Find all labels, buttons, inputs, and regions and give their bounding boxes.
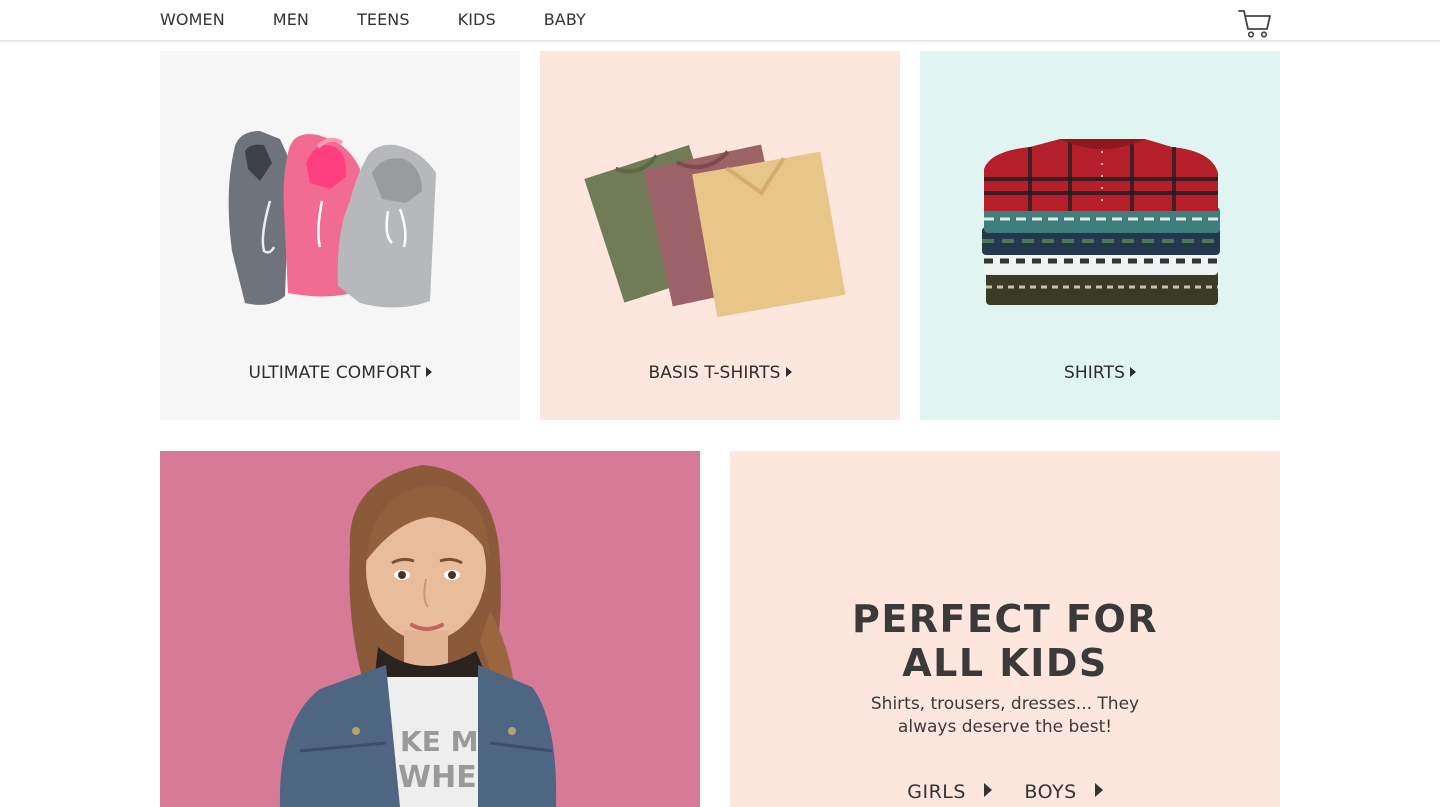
- promo-title-line-1: PERFECT FOR: [851, 597, 1159, 641]
- main-nav: WOMEN MEN TEENS KIDS BABY: [160, 0, 634, 38]
- kids-hero-image: KE ME WHEN: [160, 451, 700, 807]
- category-card-shirts[interactable]: SHIRTS: [920, 51, 1280, 420]
- top-navigation-bar: WOMEN MEN TEENS KIDS BABY: [0, 0, 1440, 41]
- t-shirts-image: [584, 144, 846, 318]
- girl-in-denim-jacket-image: KE ME WHEN: [160, 451, 700, 807]
- category-label[interactable]: SHIRTS: [920, 363, 1280, 383]
- promo-title-line-2: ALL KIDS: [902, 641, 1108, 685]
- boys-link[interactable]: BOYS: [1024, 781, 1103, 803]
- girls-link[interactable]: GIRLS: [907, 781, 992, 803]
- nav-item-kids[interactable]: KIDS: [458, 10, 496, 29]
- category-label[interactable]: ULTIMATE COMFORT: [160, 363, 520, 383]
- girls-link-label: GIRLS: [907, 781, 966, 803]
- promo-title: PERFECT FOR ALL KIDS: [730, 597, 1280, 685]
- category-label-text: ULTIMATE COMFORT: [248, 363, 421, 383]
- category-label[interactable]: BASIS T-SHIRTS: [540, 363, 900, 383]
- triangle-right-icon: [425, 367, 432, 377]
- category-label-text: SHIRTS: [1064, 363, 1125, 383]
- nav-item-men[interactable]: MEN: [273, 10, 309, 29]
- triangle-right-icon: [1129, 367, 1136, 377]
- triangle-right-icon: [1094, 783, 1103, 797]
- promo-text-line-1: Shirts, trousers, dresses... They: [870, 694, 1140, 714]
- boys-link-label: BOYS: [1024, 781, 1077, 803]
- promo-text: Shirts, trousers, dresses... They always…: [855, 693, 1155, 739]
- category-label-text: BASIS T-SHIRTS: [648, 363, 781, 383]
- promo-links: GIRLS BOYS: [730, 781, 1280, 803]
- category-card-ultimate-comfort[interactable]: ULTIMATE COMFORT: [160, 51, 520, 420]
- nav-item-baby[interactable]: BABY: [544, 10, 586, 29]
- promo-text-line-2: always deserve the best!: [897, 717, 1113, 737]
- flannel-shirts-image: [982, 139, 1220, 305]
- nav-item-women[interactable]: WOMEN: [160, 10, 225, 29]
- category-card-basis-t-shirts[interactable]: BASIS T-SHIRTS: [540, 51, 900, 420]
- hoodies-image: [228, 131, 436, 308]
- triangle-right-icon: [983, 783, 992, 797]
- nav-item-teens[interactable]: TEENS: [357, 10, 410, 29]
- shopping-cart-icon[interactable]: [1238, 9, 1272, 39]
- promo-block: PERFECT FOR ALL KIDS Shirts, trousers, d…: [730, 451, 1280, 807]
- triangle-right-icon: [785, 367, 792, 377]
